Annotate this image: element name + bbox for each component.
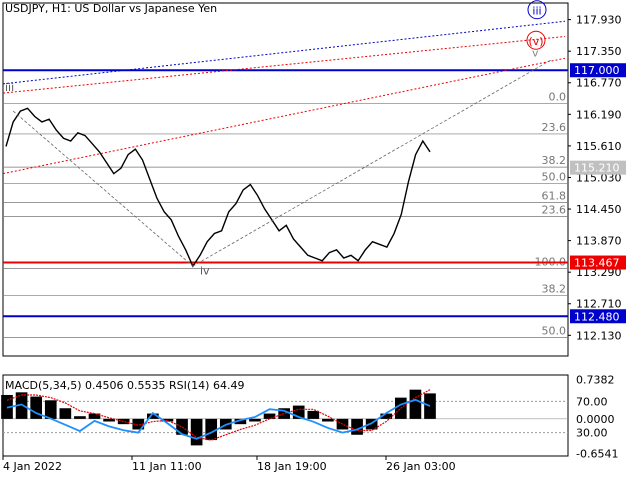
x-tick-label: 11 Jan 11:00: [132, 460, 202, 473]
fib-level-label: 50.0: [542, 324, 567, 337]
wave-guide-1: [12, 110, 194, 267]
x-tick-label: 4 Jan 2022: [3, 460, 62, 473]
channel-line-blue: [2, 20, 566, 85]
y-tick-label: 112.710: [576, 298, 622, 311]
fib-level-label: 23.6: [542, 204, 567, 217]
price-level-label: 112.480: [574, 310, 620, 323]
macd-bar: [263, 413, 276, 419]
y-tick-label: 117.930: [576, 14, 622, 27]
channel-line-red-upper: [2, 35, 566, 94]
indicator-y-label: 0.0000: [576, 413, 615, 426]
x-tick-label: 26 Jan 03:00: [386, 460, 456, 473]
x-tick-label: 18 Jan 19:00: [257, 460, 327, 473]
macd-bar: [59, 408, 72, 419]
fib-level-label: 23.6: [542, 121, 567, 134]
chart-area[interactable]: 117.930 117.350 116.770 116.190 115.610 115.0…: [0, 0, 640, 480]
wave-label: iv: [200, 264, 210, 277]
wave-label: iii: [532, 5, 541, 18]
macd-bar: [409, 389, 422, 419]
macd-bar: [190, 418, 203, 446]
y-tick-label: 116.770: [576, 77, 622, 90]
macd-bar: [307, 410, 320, 419]
macd-bar: [74, 416, 86, 419]
macd-bar: [249, 418, 261, 422]
y-tick-label: 113.870: [576, 235, 622, 248]
fib-level-label: 38.2: [542, 154, 567, 167]
price-series-line: [5, 107, 431, 268]
macd-bar: [176, 418, 188, 435]
indicator-y-label: 30.00: [576, 427, 608, 440]
main-pane-frame: [2, 2, 569, 357]
indicator-y-label: -0.6541: [576, 448, 618, 461]
y-tick-label: 116.190: [576, 108, 622, 121]
fib-level-label: 38.2: [542, 283, 567, 296]
macd-bar: [424, 393, 436, 419]
wave-guide-2: [192, 58, 553, 267]
price-level-label: 115.210: [574, 162, 620, 175]
macd-bar: [322, 418, 334, 422]
fib-level-label: 0.0: [549, 90, 567, 103]
y-tick-label: 115.610: [576, 140, 622, 153]
indicator-info: MACD(5,34,5) 0.4506 0.5535 RSI(14) 64.49: [5, 379, 245, 392]
price-level-label: 113.467: [574, 257, 620, 270]
macd-bar: [117, 418, 130, 425]
indicator-y-label: 0.7382: [576, 374, 615, 387]
y-tick-label: 112.130: [576, 329, 622, 342]
wave-label: (v): [528, 35, 543, 48]
price-level-label: 117.000: [574, 64, 620, 77]
y-tick-label: 114.450: [576, 203, 622, 216]
fib-level-label: 50.0: [542, 170, 567, 183]
chart-svg: 117.930117.350116.770116.190115.610115.0…: [1, 0, 626, 473]
y-tick-label: 117.350: [576, 45, 622, 58]
indicator-y-label: 70.00: [576, 395, 608, 408]
channel-line-red-lower: [2, 57, 566, 175]
symbol-info: USDJPY, H1: US Dollar vs Japanese Yen: [5, 2, 218, 15]
wave-label: iii: [5, 81, 14, 94]
fib-level-label: 61.8: [542, 190, 567, 203]
